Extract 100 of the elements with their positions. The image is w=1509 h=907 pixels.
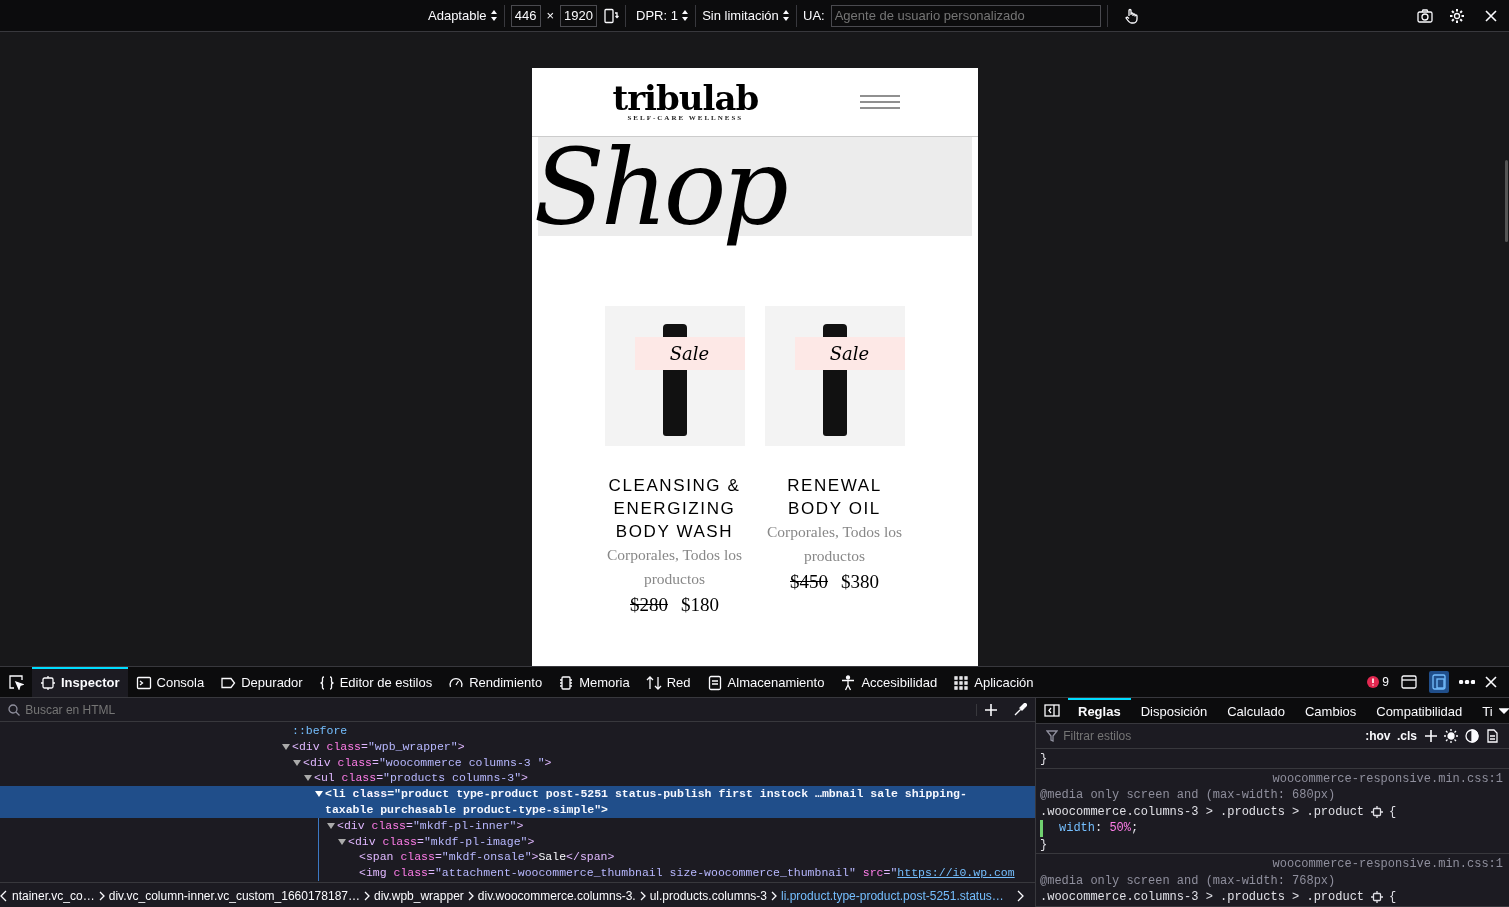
height-field[interactable]: 1920 bbox=[560, 4, 598, 27]
dpr-select[interactable]: DPR: 1 bbox=[636, 9, 690, 22]
dock-button[interactable] bbox=[1401, 675, 1417, 689]
close-button[interactable] bbox=[1485, 676, 1497, 688]
chevron-right-icon bbox=[364, 890, 370, 901]
devtools-tab[interactable]: Depurador bbox=[212, 667, 311, 697]
devtools-tab[interactable]: Rendimiento bbox=[440, 667, 551, 697]
css-selector[interactable]: .woocommerce.columns-3 > .products > .product bbox=[1040, 803, 1365, 820]
toggle-sidebar-button[interactable] bbox=[1044, 704, 1060, 717]
expand-arrow-icon[interactable] bbox=[282, 743, 290, 750]
css-declaration[interactable]: width: 50%; bbox=[1040, 820, 1503, 837]
markup-line[interactable]: <img class="attachment-woocommerce_thumbnail size-woocommerce_thumbnail" src="https://i0.wp.com bbox=[319, 865, 1035, 881]
sidebar-icon bbox=[1044, 704, 1060, 717]
css-source-link[interactable]: woocommerce-responsive.min.css:1 bbox=[1040, 770, 1503, 787]
markup-line[interactable]: ::before bbox=[0, 723, 1035, 739]
filter-styles-field[interactable]: Filtrar estilos bbox=[1061, 726, 1212, 746]
breadcrumb-item[interactable]: li.product.type-product.post-5251.status… bbox=[777, 886, 1008, 905]
screenshot-button[interactable] bbox=[1417, 8, 1433, 23]
ua-label: UA: bbox=[803, 6, 825, 25]
markup-line[interactable]: <div class="woocommerce columns-3 "> bbox=[0, 754, 1035, 771]
devtools-tab[interactable]: Almacenamiento bbox=[698, 667, 833, 697]
expand-arrow-icon[interactable] bbox=[338, 838, 346, 845]
breadcrumb-item[interactable]: ntainer.vc_co… bbox=[8, 886, 99, 905]
media-query: @media only screen and (max-width: 680px) bbox=[1040, 787, 1337, 804]
sidebar-tab[interactable]: Disposición bbox=[1130, 698, 1218, 723]
user-agent-field[interactable]: Agente de usuario personalizado bbox=[830, 4, 1101, 27]
hand-pointer-icon bbox=[1123, 7, 1138, 24]
target-icon[interactable] bbox=[1370, 805, 1383, 818]
html-search-field[interactable]: Buscar en HTML bbox=[23, 699, 324, 720]
updown-icon bbox=[681, 9, 690, 22]
sidebar-tab[interactable]: Compatibilidad bbox=[1366, 698, 1473, 723]
expand-arrow-icon[interactable] bbox=[327, 822, 335, 829]
width-field[interactable]: 446 bbox=[510, 4, 541, 27]
close-button[interactable] bbox=[1485, 9, 1497, 22]
panel-layout-icon bbox=[1401, 675, 1417, 689]
sale-price: $180 bbox=[681, 593, 719, 617]
breadcrumb-item[interactable]: div.vc_column-inner.vc_custom_1660178187… bbox=[104, 886, 364, 905]
rotate-button[interactable] bbox=[603, 7, 620, 24]
chevron-right-icon bbox=[467, 890, 474, 901]
devtools-tab[interactable]: Memoria bbox=[550, 667, 638, 697]
target-icon[interactable] bbox=[1370, 891, 1383, 904]
product-categories: Corporales, Todos los productos bbox=[605, 545, 744, 589]
pseudo-class-toggle[interactable]: .cls bbox=[1397, 730, 1417, 742]
product-photo[interactable]: Sale bbox=[604, 306, 745, 446]
breadcrumb-item[interactable]: div.wpb_wrapper bbox=[370, 886, 468, 905]
caret-down-icon[interactable] bbox=[1498, 707, 1509, 714]
pick-element-button[interactable] bbox=[8, 674, 24, 690]
style-tool-button[interactable] bbox=[1464, 729, 1479, 743]
sidebar-tab[interactable]: Calculado bbox=[1217, 698, 1295, 723]
devtools-tab[interactable]: Editor de estilos bbox=[310, 667, 441, 697]
style-tool-button[interactable] bbox=[1485, 729, 1499, 743]
devtools-tab[interactable]: Accesibilidad bbox=[832, 667, 946, 697]
devtools-tab[interactable]: Red bbox=[637, 667, 699, 697]
css-source-link[interactable]: woocommerce-responsive.min.css:1 bbox=[1040, 856, 1503, 873]
menu-icon[interactable] bbox=[859, 95, 900, 109]
css-selector[interactable]: .woocommerce.columns-3 > .products > .product bbox=[1040, 889, 1365, 906]
device-select[interactable]: Adaptable bbox=[428, 9, 498, 22]
style-tool-button[interactable] bbox=[1444, 729, 1458, 743]
expand-arrow-icon[interactable] bbox=[293, 759, 301, 766]
sidebar-tab[interactable]: Ti bbox=[1472, 698, 1503, 723]
markup-line[interactable]: <div class="mkdf-pl-image"> bbox=[319, 833, 1035, 850]
touch-button[interactable] bbox=[1123, 7, 1138, 24]
product-photo[interactable]: Sale bbox=[764, 306, 905, 446]
product-title[interactable]: CLEANSING & ENERGIZING BODY WASH bbox=[599, 474, 750, 543]
css-brace: { bbox=[1389, 803, 1397, 820]
document-icon bbox=[1485, 729, 1499, 743]
camera-icon bbox=[1417, 8, 1433, 23]
updown-icon bbox=[782, 9, 791, 22]
css-brace: { bbox=[1389, 889, 1397, 906]
pseudo-class-toggle[interactable]: :hov bbox=[1365, 730, 1391, 742]
breadcrumb-item[interactable]: div.woocommerce.columns-3. bbox=[473, 886, 640, 905]
product-title[interactable]: RENEWAL BODY OIL bbox=[759, 474, 910, 520]
cursor-select-icon bbox=[8, 674, 24, 690]
more-options-button[interactable] bbox=[1459, 680, 1475, 684]
style-tool-button[interactable] bbox=[1423, 729, 1438, 743]
chevron-right-icon bbox=[771, 890, 778, 901]
dimension-separator: × bbox=[546, 6, 555, 25]
throttling-select[interactable]: Sin limitación bbox=[702, 9, 791, 22]
shop-heading: Shop bbox=[533, 126, 785, 251]
updown-icon bbox=[489, 9, 498, 22]
sidebar-tab[interactable]: Reglas bbox=[1068, 698, 1131, 723]
markup-line[interactable]: <div class="wpb_wrapper"> bbox=[0, 738, 1035, 755]
devtools-tab[interactable]: Inspector bbox=[32, 667, 128, 697]
logo-text[interactable]: tribulab bbox=[612, 81, 759, 116]
markup-line[interactable]: <div class="mkdf-pl-inner"> bbox=[319, 817, 1035, 834]
media-query: @media only screen and (max-width: 768px) bbox=[1040, 872, 1337, 889]
chevron-right-icon bbox=[98, 890, 105, 901]
devtools-tab[interactable]: Consola bbox=[127, 667, 213, 697]
braces-icon bbox=[318, 675, 335, 691]
rotate-icon bbox=[603, 7, 620, 24]
responsive-mode-button[interactable] bbox=[1429, 671, 1449, 693]
error-counter[interactable]: 9 bbox=[1367, 673, 1389, 691]
breadcrumb-item[interactable]: ul.products.columns-3 bbox=[645, 886, 772, 905]
markup-line[interactable]: <span class="mkdf-onsale">Sale</span> bbox=[319, 849, 1035, 866]
chevron-left-icon[interactable] bbox=[0, 889, 8, 902]
settings-button[interactable] bbox=[1449, 7, 1465, 24]
devtools-tab[interactable]: Aplicación bbox=[945, 667, 1042, 697]
sidebar-tab[interactable]: Cambios bbox=[1294, 698, 1367, 723]
plus-icon bbox=[985, 703, 997, 716]
chevron-right-icon[interactable] bbox=[1015, 889, 1024, 902]
